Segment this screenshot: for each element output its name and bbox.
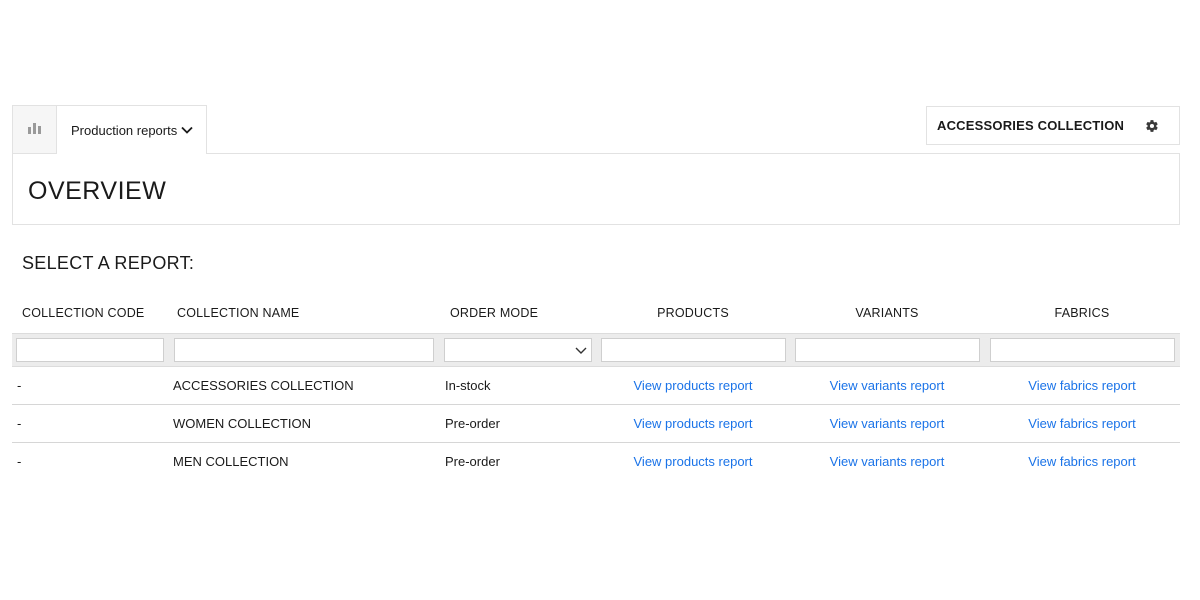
view-variants-report-link[interactable]: View variants report (830, 367, 945, 405)
view-products-report-link[interactable]: View products report (634, 405, 753, 443)
chevron-down-icon (181, 126, 193, 134)
filter-collection-code-input[interactable] (16, 338, 164, 362)
filter-collection-name-input[interactable] (174, 338, 434, 362)
header-order-mode[interactable]: ORDER MODE (450, 306, 538, 320)
view-variants-report-link[interactable]: View variants report (830, 443, 945, 481)
cell-collection-code: - (17, 454, 22, 469)
gear-icon[interactable] (1145, 119, 1159, 133)
collection-title: ACCESSORIES COLLECTION (937, 118, 1125, 133)
cell-order-mode: In-stock (445, 378, 491, 393)
page: Production reports ACCESSORIES COLLECTIO… (0, 0, 1200, 600)
header-variants[interactable]: VARIANTS (855, 306, 918, 320)
chart-tab[interactable] (12, 105, 56, 153)
filter-order-mode-select[interactable] (444, 338, 592, 362)
chevron-down-icon (575, 344, 587, 356)
cell-collection-name: MEN COLLECTION (173, 454, 289, 469)
view-fabrics-report-link[interactable]: View fabrics report (1028, 443, 1135, 481)
view-fabrics-report-link[interactable]: View fabrics report (1028, 367, 1135, 405)
cell-collection-name: ACCESSORIES COLLECTION (173, 378, 354, 393)
filter-variants-input[interactable] (795, 338, 980, 362)
filter-fabrics-input[interactable] (990, 338, 1175, 362)
cell-order-mode: Pre-order (445, 416, 500, 431)
header-products[interactable]: PRODUCTS (657, 306, 729, 320)
view-products-report-link[interactable]: View products report (634, 367, 753, 405)
table-row: - ACCESSORIES COLLECTION In-stock View p… (12, 367, 1180, 405)
header-collection-name[interactable]: COLLECTION NAME (177, 306, 299, 320)
view-fabrics-report-link[interactable]: View fabrics report (1028, 405, 1135, 443)
select-report-heading: SELECT A REPORT: (22, 253, 195, 273)
filter-row (12, 333, 1180, 367)
header-collection-code[interactable]: COLLECTION CODE (22, 306, 144, 320)
production-reports-label: Production reports (71, 122, 178, 138)
production-reports-tab[interactable]: Production reports (56, 105, 207, 154)
page-title: OVERVIEW (28, 177, 167, 205)
view-variants-report-link[interactable]: View variants report (830, 405, 945, 443)
collection-selector[interactable]: ACCESSORIES COLLECTION (926, 106, 1180, 145)
cell-collection-code: - (17, 416, 22, 431)
cell-collection-code: - (17, 378, 22, 393)
filter-products-input[interactable] (601, 338, 786, 362)
table-row: - MEN COLLECTION Pre-order View products… (12, 443, 1180, 481)
bar-chart-icon (28, 121, 41, 139)
overview-panel: OVERVIEW (12, 153, 1180, 225)
table-row: - WOMEN COLLECTION Pre-order View produc… (12, 405, 1180, 443)
view-products-report-link[interactable]: View products report (634, 443, 753, 481)
header-fabrics[interactable]: FABRICS (1055, 306, 1110, 320)
cell-collection-name: WOMEN COLLECTION (173, 416, 311, 431)
cell-order-mode: Pre-order (445, 454, 500, 469)
